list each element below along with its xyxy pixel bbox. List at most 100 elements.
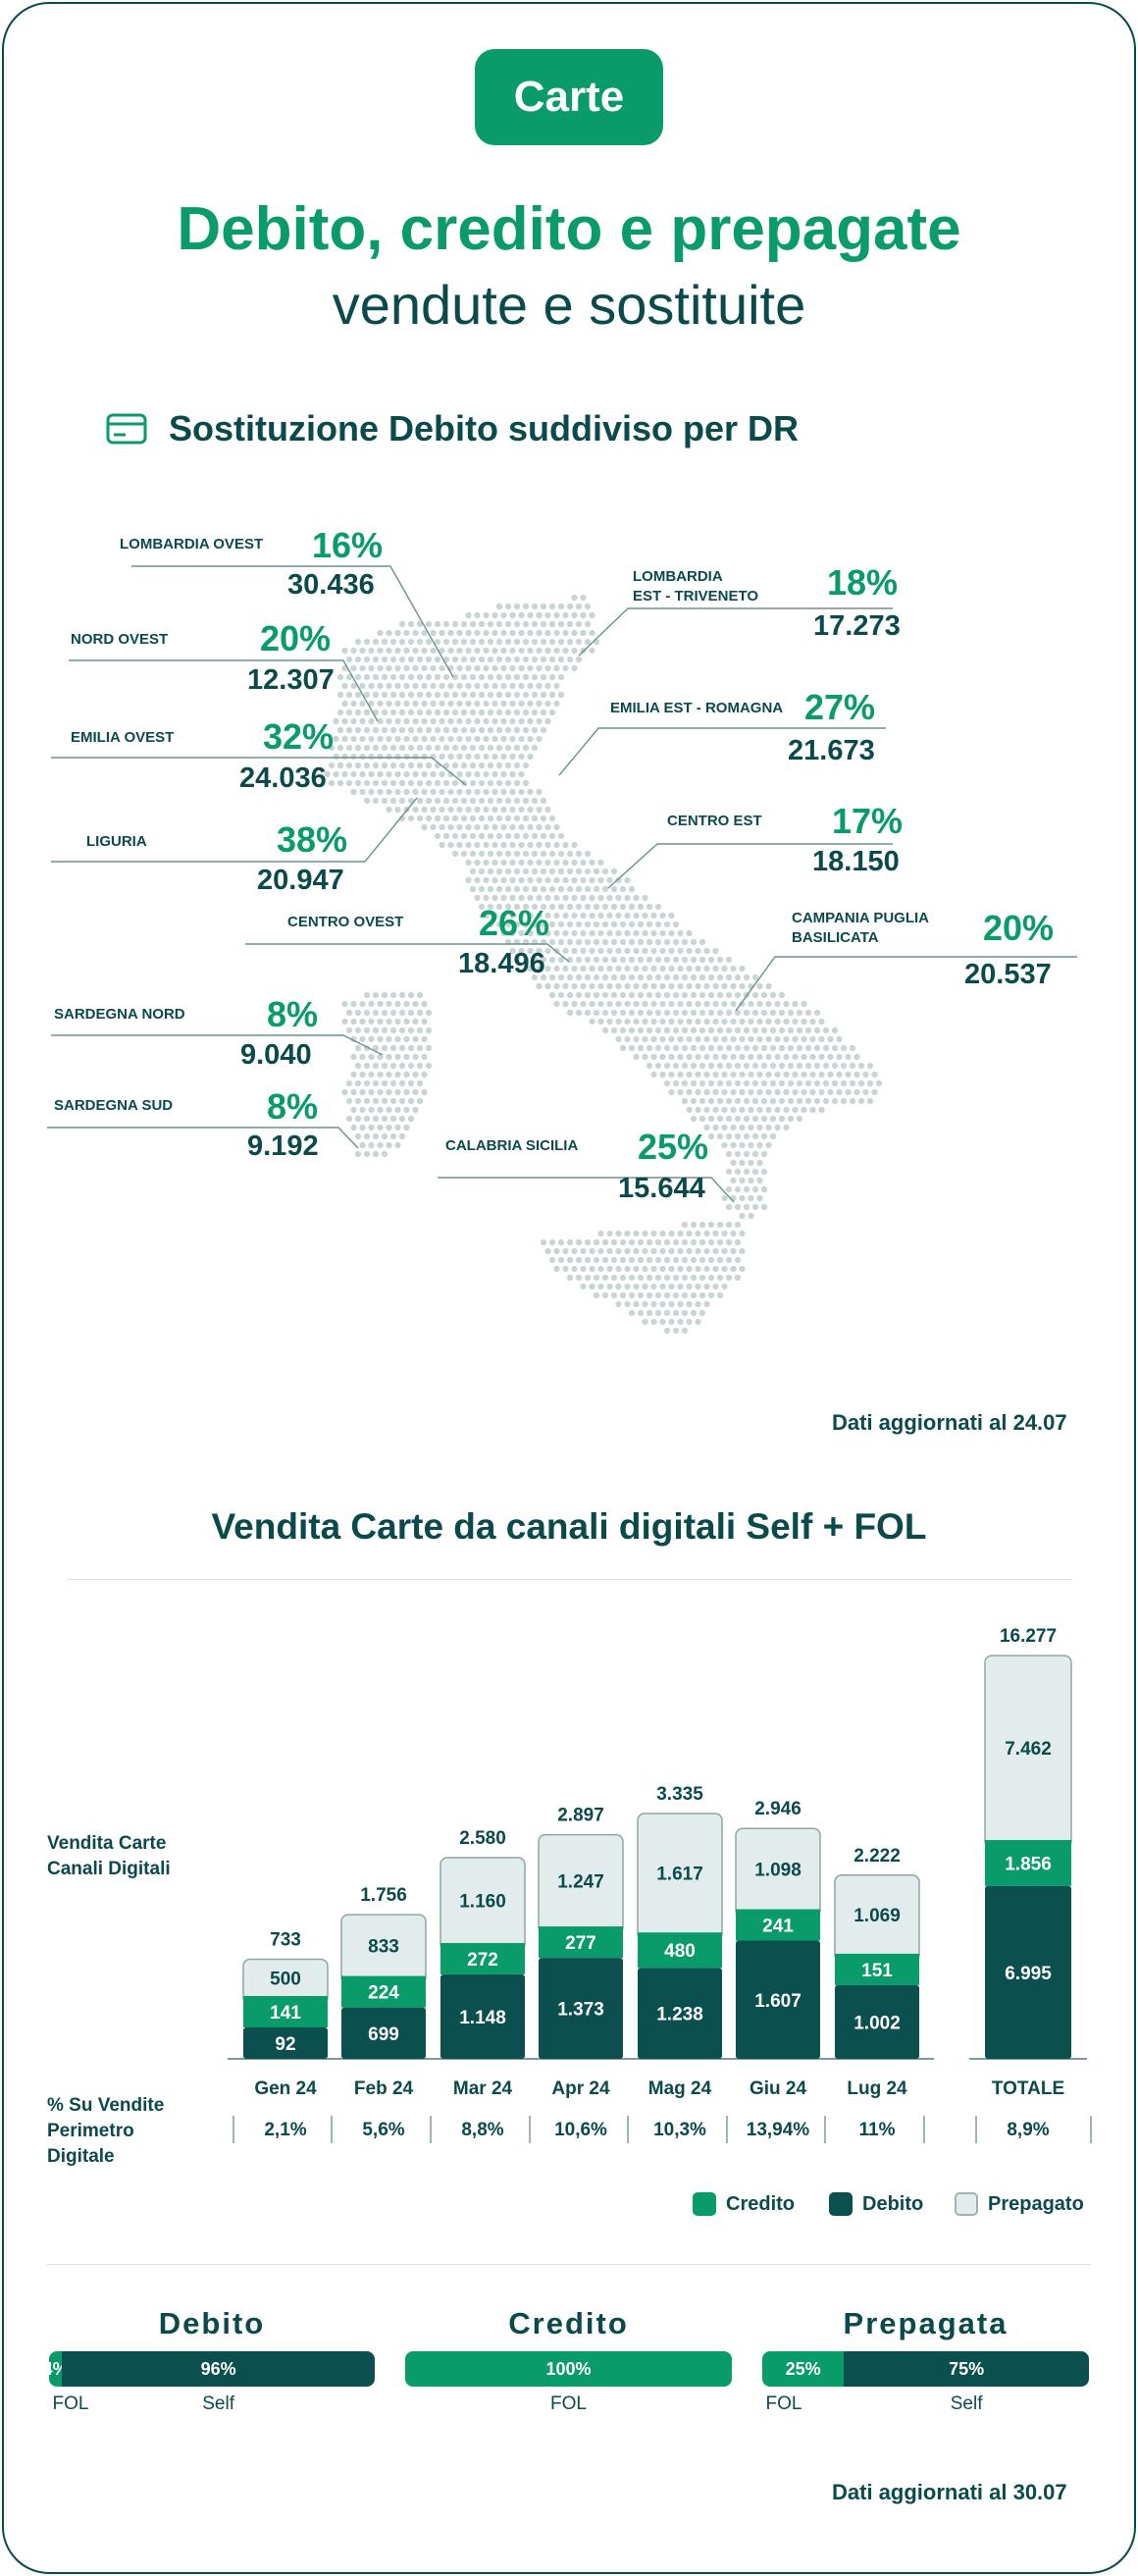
region-name: CAMPANIA PUGLIA BASILICATA — [792, 910, 929, 946]
split-segment-fol: 4% — [49, 2351, 69, 2387]
bar-value-label: 141 — [270, 2003, 301, 2024]
split-channel-label: FOL — [765, 2393, 802, 2414]
bar-total-label: 2.580 — [459, 1828, 506, 1849]
bar-group: 1.160 2.580 Mar 24 8,8% 272 1.148 — [440, 1828, 526, 2140]
legend-swatch-credito — [693, 2192, 716, 2216]
region-name: CENTRO EST — [667, 813, 762, 829]
split-channel-label: FOL — [52, 2393, 89, 2414]
credit-card-icon — [106, 413, 147, 445]
bar-value-label: 277 — [565, 1933, 596, 1954]
region-value: 30.436 — [287, 569, 375, 601]
split-bar-credito: 100% — [405, 2351, 732, 2387]
split-channel-label: Self — [202, 2393, 234, 2414]
italy-map — [0, 510, 1138, 1354]
region-name: SARDEGNA SUD — [54, 1097, 174, 1114]
region-pct: 8% — [267, 994, 319, 1034]
bar-value-label: 833 — [368, 1936, 399, 1957]
bar-value-label: 151 — [861, 1961, 893, 1981]
map-dots — [324, 594, 883, 1335]
region-value: 18.496 — [458, 948, 545, 979]
bar-total-label: 2.897 — [557, 1806, 604, 1826]
legend-credito: Credito — [693, 2192, 795, 2216]
region-value: 20.947 — [257, 865, 344, 896]
pct-digitale-value: 2,1% — [264, 2120, 306, 2140]
stacked-bar-chart: 500 733 Gen 24 2,1% 141 92 833 1.756 Feb 24 5,6% 2… — [228, 1626, 1092, 2143]
x-tick-label: TOTALE — [992, 2078, 1064, 2099]
italy-dot-map — [47, 565, 1077, 1335]
x-tick-label: Gen 24 — [254, 2078, 317, 2099]
split-segment-self: 96% — [62, 2351, 375, 2387]
region-name: CALABRIA SICILIA — [445, 1137, 579, 1154]
region-value: 9.192 — [247, 1130, 319, 1162]
bar-total-label: 733 — [270, 1930, 301, 1951]
bar-value-label: 1.856 — [1005, 1854, 1052, 1874]
region-pct: 26% — [479, 903, 550, 943]
bar-value-label: 1.160 — [459, 1891, 506, 1912]
region-name: LOMBARDIA EST - TRIVENETO — [633, 568, 759, 605]
category-badge: Carte — [475, 49, 663, 145]
pct-digitale-value: 10,3% — [653, 2120, 706, 2140]
split-segment-fol: 25% — [762, 2351, 845, 2387]
region-value: 15.644 — [618, 1173, 705, 1204]
section-chart-title: Vendita Carte da canali digitali Self + … — [211, 1506, 927, 1547]
bar-total-label: 1.756 — [360, 1885, 407, 1906]
bar-group: 1.617 3.335 Mag 24 10,3% 480 1.238 — [637, 1784, 723, 2140]
bar-value-label: 500 — [270, 1969, 301, 1989]
region-value: 12.307 — [247, 664, 335, 696]
bar-value-label: 1.148 — [459, 2008, 506, 2028]
splits-updated-note: Dati aggiornati al 30.07 — [832, 2480, 1067, 2504]
bar-value-label: 699 — [368, 2024, 399, 2045]
region-pct: 27% — [804, 687, 876, 727]
bar-value-label: 1.069 — [854, 1906, 901, 1926]
pct-digitale-value: 5,6% — [362, 2120, 404, 2140]
divider — [67, 1579, 1071, 1580]
legend-swatch-debito — [829, 2192, 853, 2216]
bar-value-label: 480 — [664, 1941, 696, 1962]
split-channel-label: FOL — [550, 2393, 587, 2414]
x-tick-label: Lug 24 — [847, 2078, 907, 2099]
x-tick-label: Mag 24 — [648, 2078, 712, 2099]
split-segment-self: 75% — [844, 2351, 1089, 2387]
page-title: Debito, credito e prepagate — [177, 195, 961, 263]
split-bar-prepagata: 25% 75% — [762, 2351, 1089, 2387]
legend-label-debito: Debito — [862, 2192, 924, 2215]
bar-value-label: 1.247 — [557, 1871, 604, 1892]
pct-digitale-value: 8,9% — [1007, 2120, 1049, 2140]
split-channel-label: Self — [950, 2393, 983, 2414]
region-pct: 20% — [260, 618, 332, 658]
bar-group: 1.069 2.222 Lug 24 11% 151 1.002 — [834, 1846, 920, 2140]
region-pct: 32% — [263, 716, 335, 757]
region-pct: 8% — [267, 1086, 319, 1127]
legend-label-credito: Credito — [726, 2192, 795, 2215]
bar-total-label: 2.946 — [754, 1799, 802, 1819]
x-tick-label: Feb 24 — [354, 2078, 414, 2099]
region-name: SARDEGNA NORD — [54, 1006, 185, 1023]
pct-digitale-value: 11% — [859, 2120, 896, 2140]
bar-value-label: 1.002 — [854, 2013, 901, 2033]
region-value: 20.537 — [964, 959, 1052, 990]
bar-group: 833 1.756 Feb 24 5,6% 224 699 — [340, 1885, 427, 2140]
region-value: 21.673 — [788, 735, 875, 766]
bar-value-label: 272 — [467, 1950, 498, 1971]
split-title-credito: Credito — [508, 2306, 629, 2340]
x-tick-label: Giu 24 — [750, 2078, 807, 2099]
bar-group: 500 733 Gen 24 2,1% 141 92 — [242, 1930, 329, 2140]
region-value: 18.150 — [812, 846, 900, 877]
bar-value-label: 6.995 — [1005, 1964, 1052, 1984]
region-name: EMILIA OVEST — [71, 729, 175, 746]
region-pct: 18% — [827, 562, 899, 603]
region-value: 17.273 — [813, 610, 901, 642]
legend-debito: Debito — [829, 2192, 923, 2216]
bar-group: 7.462 16.277 TOTALE 8,9% 1.856 6.995 — [984, 1626, 1072, 2140]
region-pct: 38% — [277, 819, 348, 860]
bar-group: 1.098 2.946 Giu 24 13,94% 241 1.607 — [735, 1799, 821, 2140]
region-name: NORD OVEST — [71, 631, 169, 648]
region-name: LOMBARDIA OVEST — [120, 536, 264, 552]
bar-value-label: 224 — [368, 1983, 399, 2004]
region-pct: 16% — [312, 525, 384, 565]
region-name: EMILIA EST - ROMAGNA — [610, 700, 784, 716]
bar-value-label: 1.607 — [754, 1991, 802, 2012]
page-subtitle: vendute e sostituite — [332, 274, 806, 336]
bar-value-label: 1.373 — [557, 2000, 604, 2021]
legend-swatch-prepagato — [955, 2192, 978, 2216]
